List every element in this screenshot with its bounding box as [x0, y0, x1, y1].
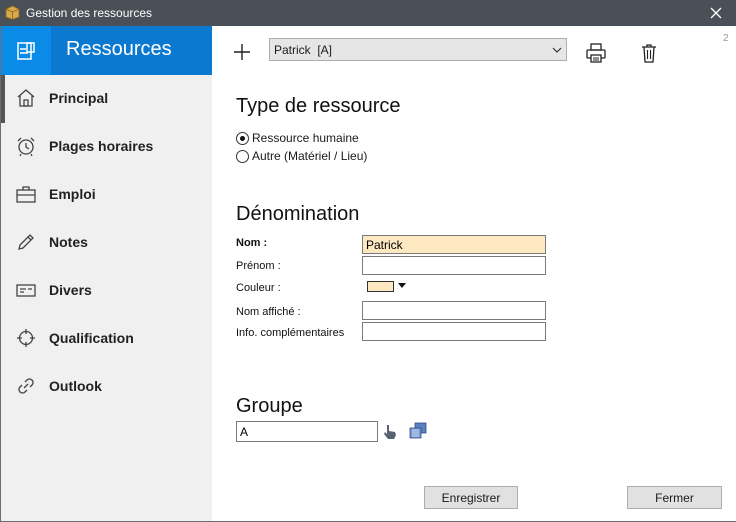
sidebar-item-notes[interactable]: Notes	[1, 219, 212, 267]
radio-label: Autre (Matériel / Lieu)	[252, 149, 368, 163]
card-icon	[16, 284, 36, 297]
radio-label: Ressource humaine	[252, 131, 359, 145]
close-button[interactable]: Fermer	[627, 486, 722, 509]
prenom-label: Prénom :	[236, 260, 281, 272]
groupe-section-title: Groupe	[236, 395, 303, 417]
denomination-section-title: Dénomination	[236, 203, 360, 225]
sidebar-item-label: Outlook	[49, 378, 102, 394]
sidebar-header: Ressources	[1, 26, 212, 75]
briefcase-icon	[16, 186, 36, 203]
page-number: 2	[723, 33, 729, 44]
couleur-label: Couleur :	[236, 282, 281, 294]
save-button[interactable]: Enregistrer	[424, 486, 518, 509]
radio-button[interactable]	[236, 149, 249, 163]
nom-field[interactable]	[362, 235, 546, 254]
info-complementaires-field[interactable]	[362, 322, 546, 341]
sidebar: Ressources Principal Plages horaires Emp…	[1, 26, 212, 521]
radio-autre[interactable]: Autre (Matériel / Lieu)	[236, 148, 367, 164]
groupe-field[interactable]	[236, 421, 378, 442]
home-icon	[17, 89, 35, 107]
nom-affiche-field[interactable]	[362, 301, 546, 320]
sidebar-item-label: Emploi	[49, 186, 96, 202]
sidebar-item-label: Qualification	[49, 330, 134, 346]
type-section-title: Type de ressource	[236, 95, 401, 117]
print-button[interactable]	[585, 42, 607, 64]
resource-select-value: Patrick [A]	[274, 43, 333, 57]
chevron-down-icon	[552, 47, 562, 53]
color-picker-swatch[interactable]	[367, 281, 394, 292]
color-dropdown-arrow-icon[interactable]	[398, 283, 406, 289]
app-box-icon	[5, 5, 20, 20]
sidebar-item-label: Principal	[49, 90, 109, 106]
link-icon	[18, 378, 34, 394]
sidebar-header-title: Ressources	[66, 38, 172, 60]
main-panel: Patrick [A] 2 Type de ressource Ressourc…	[212, 26, 736, 521]
radio-ressource-humaine[interactable]: Ressource humaine	[236, 130, 359, 146]
add-resource-button[interactable]	[231, 41, 253, 63]
sidebar-item-emploi[interactable]: Emploi	[1, 171, 212, 219]
sidebar-header-icon-box[interactable]	[1, 26, 51, 75]
sidebar-item-divers[interactable]: Divers	[1, 267, 212, 315]
dialog-window: Ressources Principal Plages horaires Emp…	[0, 26, 736, 522]
group-manage-icon[interactable]	[409, 422, 427, 439]
radio-button[interactable]	[236, 131, 249, 145]
resources-card-icon	[17, 41, 35, 60]
close-icon	[710, 7, 722, 19]
sidebar-item-plages-horaires[interactable]: Plages horaires	[1, 123, 212, 171]
title-bar: Gestion des ressources	[0, 0, 736, 26]
sidebar-item-label: Divers	[49, 282, 92, 298]
nom-label: Nom :	[236, 237, 268, 249]
crosshair-icon	[17, 329, 35, 347]
alarm-clock-icon	[17, 137, 35, 157]
info-complementaires-label: Info. complémentaires	[236, 327, 345, 339]
sidebar-item-outlook[interactable]: Outlook	[1, 363, 212, 411]
window-title: Gestion des ressources	[26, 6, 153, 20]
delete-button[interactable]	[639, 42, 659, 64]
sidebar-item-label: Plages horaires	[49, 138, 154, 154]
resource-select[interactable]: Patrick [A]	[269, 38, 567, 61]
pencil-icon	[18, 234, 34, 250]
window-close-button[interactable]	[696, 0, 736, 26]
sidebar-item-label: Notes	[49, 234, 88, 250]
nom-affiche-label: Nom affiché :	[236, 306, 301, 318]
sidebar-item-qualification[interactable]: Qualification	[1, 315, 212, 363]
prenom-field[interactable]	[362, 256, 546, 275]
sidebar-item-principal[interactable]: Principal	[1, 75, 212, 123]
hand-pointer-icon[interactable]	[383, 424, 397, 440]
